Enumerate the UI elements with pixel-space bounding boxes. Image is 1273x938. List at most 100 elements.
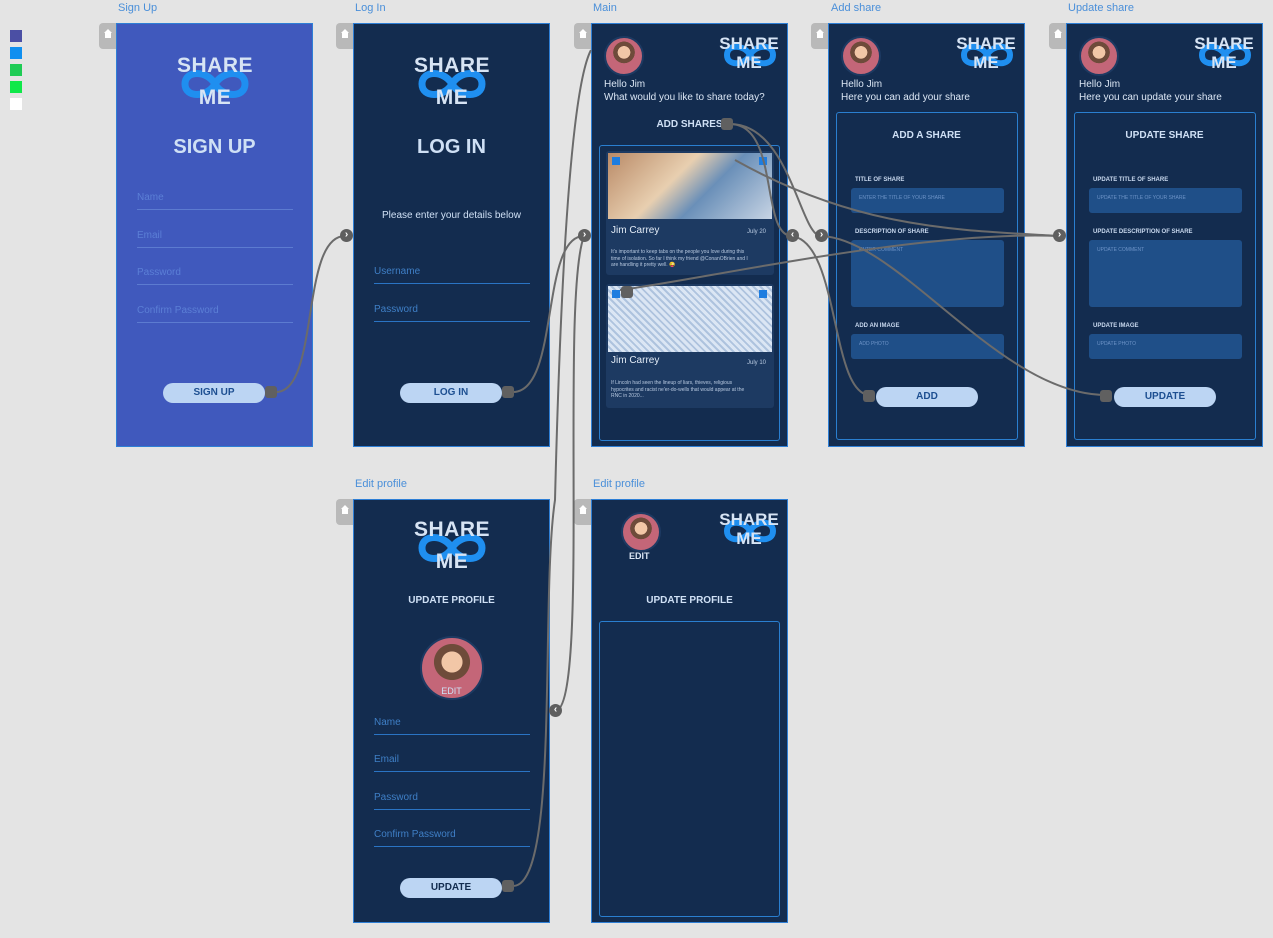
logo-text-share: SHARE: [1194, 34, 1254, 53]
page-title: LOG IN: [417, 136, 486, 158]
title-input[interactable]: UPDATE THE TITLE OF YOUR SHARE: [1089, 188, 1242, 213]
color-swatch-purple[interactable]: [10, 30, 22, 42]
artboard-title-signup[interactable]: Sign Up: [118, 2, 157, 14]
flow-hotspot[interactable]: [502, 386, 514, 398]
chevron-right-icon[interactable]: ›: [340, 229, 353, 242]
add-shares-link[interactable]: ADD SHARES: [592, 119, 787, 130]
email-field[interactable]: Email: [137, 230, 293, 248]
image-input[interactable]: ADD PHOTO: [851, 334, 1004, 359]
chevron-right-icon[interactable]: ›: [578, 229, 591, 242]
artboard-add-share[interactable]: SHARE ME Hello Jim Here you can add your…: [828, 23, 1025, 447]
share-me-logo: SHARE ME: [412, 54, 492, 114]
password-field[interactable]: Password: [374, 792, 530, 810]
share-me-logo: SHARE ME: [175, 54, 255, 114]
color-swatch-white[interactable]: [10, 98, 22, 110]
username-field[interactable]: Username: [374, 266, 530, 284]
logo-text-me: ME: [435, 550, 469, 573]
description-input[interactable]: ENTER COMMENT: [851, 240, 1004, 307]
update-button[interactable]: UPDATE: [1114, 387, 1216, 407]
share-prompt: What would you like to share today?: [604, 92, 765, 103]
logo-text-me: ME: [973, 53, 999, 72]
signup-button[interactable]: SIGN UP: [163, 383, 265, 403]
delete-icon[interactable]: [759, 290, 767, 298]
flow-hotspot[interactable]: [721, 118, 733, 130]
share-author: Jim Carrey: [611, 225, 660, 236]
chevron-right-icon[interactable]: ›: [815, 229, 828, 242]
logo-text-share: SHARE: [413, 518, 490, 541]
artboard-title-edit-profile-2[interactable]: Edit profile: [593, 478, 645, 490]
edit-avatar-button[interactable]: EDIT: [629, 551, 650, 561]
update-button[interactable]: UPDATE: [400, 878, 502, 898]
artboard-title-main[interactable]: Main: [593, 2, 617, 14]
image-label: UPDATE IMAGE: [1093, 323, 1139, 329]
share-card[interactable]: Jim Carrey July 10 If Lincoln had seen t…: [606, 284, 774, 408]
color-swatch-bright-green[interactable]: [10, 81, 22, 93]
artboard-edit-profile[interactable]: SHARE ME UPDATE PROFILE EDIT Name Email …: [353, 499, 550, 923]
flow-hotspot[interactable]: [863, 390, 875, 402]
chevron-right-icon[interactable]: ›: [1053, 229, 1066, 242]
flow-hotspot[interactable]: [502, 880, 514, 892]
logo-text-me: ME: [736, 529, 762, 548]
login-subtitle: Please enter your details below: [382, 210, 521, 221]
avatar[interactable]: [841, 36, 881, 76]
artboard-title-login[interactable]: Log In: [355, 2, 386, 14]
artboard-title-update-share[interactable]: Update share: [1068, 2, 1134, 14]
flow-hotspot[interactable]: [265, 386, 277, 398]
logo-text-share: SHARE: [413, 54, 490, 77]
edit-avatar-button[interactable]: EDIT: [354, 686, 549, 696]
share-me-logo: SHARE ME: [719, 510, 779, 554]
name-field[interactable]: Name: [374, 717, 530, 735]
description-input[interactable]: UPDATE COMMENT: [1089, 240, 1242, 307]
delete-icon[interactable]: [759, 157, 767, 165]
home-icon[interactable]: [99, 23, 117, 49]
share-card[interactable]: Jim Carrey July 20 It's important to kee…: [606, 151, 774, 275]
logo-text-share: SHARE: [956, 34, 1016, 53]
chevron-left-icon[interactable]: ‹: [549, 704, 562, 717]
share-me-logo: SHARE ME: [719, 34, 779, 78]
edit-icon[interactable]: [612, 290, 620, 298]
color-swatch-green[interactable]: [10, 64, 22, 76]
artboard-title-add-share[interactable]: Add share: [831, 2, 881, 14]
flow-hotspot[interactable]: [621, 286, 633, 298]
home-icon[interactable]: [336, 23, 354, 49]
home-icon[interactable]: [1049, 23, 1067, 49]
page-title: SIGN UP: [173, 136, 256, 158]
title-label: TITLE OF SHARE: [855, 177, 905, 183]
description-label: DESCRIPTION OF SHARE: [855, 229, 929, 235]
add-button[interactable]: ADD: [876, 387, 978, 407]
form-title: ADD A SHARE: [892, 130, 961, 141]
title-input[interactable]: ENTER THE TITLE OF YOUR SHARE: [851, 188, 1004, 213]
home-icon[interactable]: [811, 23, 829, 49]
artboard-title-edit-profile[interactable]: Edit profile: [355, 478, 407, 490]
flow-hotspot[interactable]: [1100, 390, 1112, 402]
home-icon[interactable]: [574, 23, 592, 49]
share-prompt: Here you can add your share: [841, 92, 970, 103]
share-me-logo: SHARE ME: [412, 518, 492, 578]
avatar[interactable]: [604, 36, 644, 76]
color-swatch-blue[interactable]: [10, 47, 22, 59]
title-label: UPDATE TITLE OF SHARE: [1093, 177, 1169, 183]
confirm-password-field[interactable]: Confirm Password: [137, 305, 293, 323]
confirm-password-field[interactable]: Confirm Password: [374, 829, 530, 847]
description-label: UPDATE DESCRIPTION OF SHARE: [1093, 229, 1193, 235]
avatar[interactable]: [621, 512, 661, 552]
password-field[interactable]: Password: [137, 267, 293, 285]
avatar[interactable]: [1079, 36, 1119, 76]
login-button[interactable]: LOG IN: [400, 383, 502, 403]
artboard-update-share[interactable]: SHARE ME Hello Jim Here you can update y…: [1066, 23, 1263, 447]
chevron-left-icon[interactable]: ‹: [786, 229, 799, 242]
image-input[interactable]: UPDATE PHOTO: [1089, 334, 1242, 359]
artboard-edit-profile-2[interactable]: EDIT SHARE ME UPDATE PROFILE: [591, 499, 788, 923]
artboard-main[interactable]: SHARE ME Hello Jim What would you like t…: [591, 23, 788, 447]
page-title: UPDATE PROFILE: [646, 595, 733, 606]
email-field[interactable]: Email: [374, 754, 530, 772]
artboard-login[interactable]: SHARE ME LOG IN Please enter your detail…: [353, 23, 550, 447]
name-field[interactable]: Name: [137, 192, 293, 210]
edit-icon[interactable]: [612, 157, 620, 165]
logo-text-share: SHARE: [719, 34, 779, 53]
artboard-signup[interactable]: SHARE ME SIGN UP Name Email Password Con…: [116, 23, 313, 447]
home-icon[interactable]: [336, 499, 354, 525]
password-field[interactable]: Password: [374, 304, 530, 322]
share-prompt: Here you can update your share: [1079, 92, 1222, 103]
home-icon[interactable]: [574, 499, 592, 525]
